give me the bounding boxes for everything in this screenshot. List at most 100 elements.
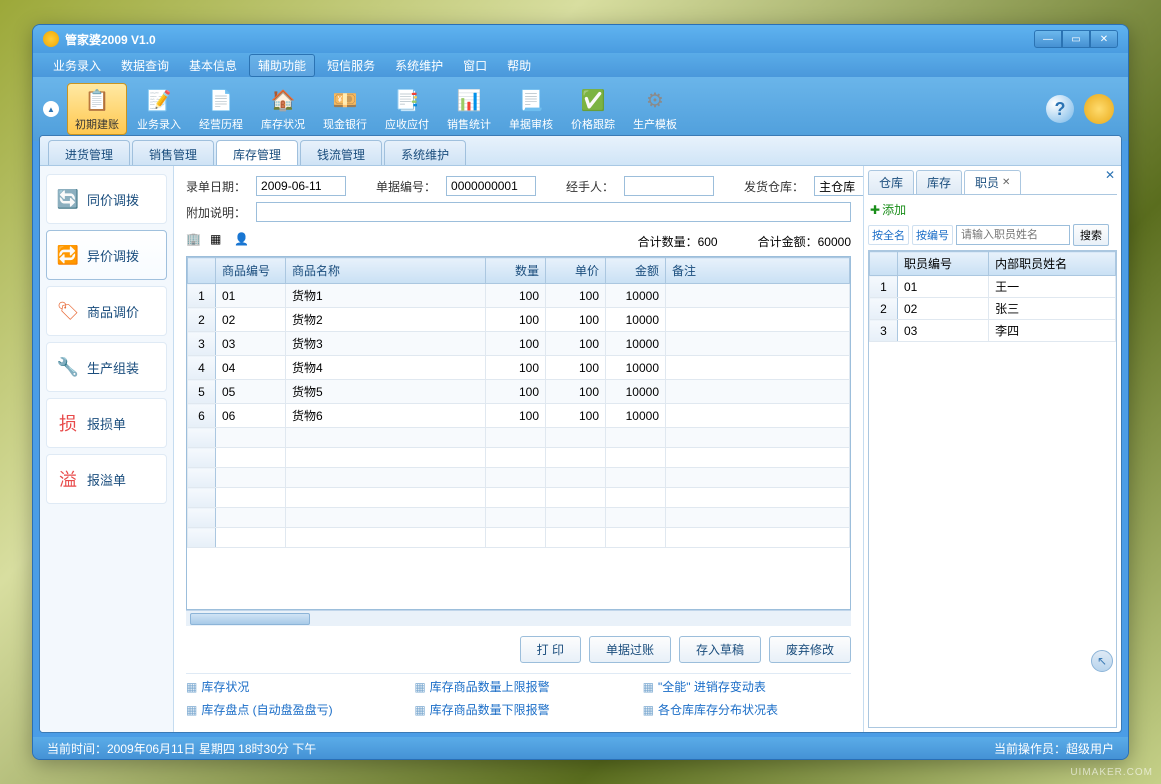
rp-tab-职员[interactable]: 职员 ✕ [964, 170, 1021, 194]
grid-header[interactable]: 商品编号 [216, 258, 286, 284]
product-icon[interactable] [1084, 94, 1114, 124]
horizontal-scrollbar[interactable] [186, 610, 851, 626]
rp-table-row[interactable]: 101王一 [870, 276, 1116, 298]
tab-进货管理[interactable]: 进货管理 [48, 140, 130, 165]
sidebar-item-生产组装[interactable]: 🔧生产组装 [46, 342, 167, 392]
sidebar-item-异价调拨[interactable]: 🔁异价调拨 [46, 230, 167, 280]
maximize-button[interactable]: ▭ [1062, 30, 1090, 48]
link-item[interactable]: 库存盘点 (自动盘盈盘亏) [186, 701, 394, 718]
add-button[interactable]: ✚ 添加 [870, 201, 906, 218]
sidebar-item-报损单[interactable]: 损报损单 [46, 398, 167, 448]
tab-钱流管理[interactable]: 钱流管理 [300, 140, 382, 165]
search-button[interactable]: 搜索 [1073, 224, 1109, 246]
rp-header[interactable]: 内部职员姓名 [989, 252, 1116, 276]
toolbar-销售统计[interactable]: 📊销售统计 [439, 83, 499, 135]
action-打印[interactable]: 打 印 [520, 636, 581, 663]
toolbar-单据审核[interactable]: 📃单据审核 [501, 83, 561, 135]
table-row[interactable]: 202货物210010010000 [188, 308, 850, 332]
building-icon[interactable]: 🏢 [186, 232, 204, 250]
close-button[interactable]: ✕ [1090, 30, 1118, 48]
scrollbar-thumb[interactable] [190, 613, 310, 625]
note-input[interactable] [256, 202, 851, 222]
toolbar-现金银行[interactable]: 💴现金银行 [315, 83, 375, 135]
tab-系统维护[interactable]: 系统维护 [384, 140, 466, 165]
link-item[interactable]: 库存商品数量上限报警 [414, 678, 622, 695]
grid-header[interactable]: 单价 [546, 258, 606, 284]
toolbar-经营历程[interactable]: 📄经营历程 [191, 83, 251, 135]
collapse-toolbar-button[interactable]: ▲ [43, 101, 59, 117]
rp-header[interactable] [870, 252, 898, 276]
action-废弃修改[interactable]: 废弃修改 [769, 636, 851, 663]
table-row-empty[interactable] [188, 528, 850, 548]
table-row-empty[interactable] [188, 448, 850, 468]
toolbar-应收应付[interactable]: 📑应收应付 [377, 83, 437, 135]
grid-icon[interactable]: ▦ [210, 232, 228, 250]
tab-销售管理[interactable]: 销售管理 [132, 140, 214, 165]
menu-item-7[interactable]: 帮助 [499, 55, 539, 76]
help-icon[interactable]: ? [1046, 95, 1074, 123]
watermark: UIMAKER.COM [1070, 767, 1153, 778]
table-row-empty[interactable] [188, 428, 850, 448]
link-item[interactable]: 库存状况 [186, 678, 394, 695]
form-area: 录单日期： 单据编号： 经手人： 发货仓库： 附加说明： 🏢 ▦ 👤 [174, 166, 863, 732]
sidebar-item-商品调价[interactable]: 🏷商品调价 [46, 286, 167, 336]
table-row[interactable]: 505货物510010010000 [188, 380, 850, 404]
menu-item-3[interactable]: 辅助功能 [249, 54, 315, 77]
rp-header[interactable]: 职员编号 [898, 252, 989, 276]
link-item[interactable]: 各仓库库存分布状况表 [643, 701, 851, 718]
status-user: 当前操作员：超级用户 [994, 740, 1114, 757]
grid-header[interactable]: 数量 [486, 258, 546, 284]
menu-item-1[interactable]: 数据查询 [113, 55, 177, 76]
minimize-button[interactable]: — [1034, 30, 1062, 48]
link-item[interactable]: "全能" 进销存变动表 [643, 678, 851, 695]
table-row-empty[interactable] [188, 468, 850, 488]
action-单据过账[interactable]: 单据过账 [589, 636, 671, 663]
menu-item-0[interactable]: 业务录入 [45, 55, 109, 76]
menu-item-6[interactable]: 窗口 [455, 55, 495, 76]
table-row[interactable]: 303货物310010010000 [188, 332, 850, 356]
action-存入草稿[interactable]: 存入草稿 [679, 636, 761, 663]
rp-tab-库存[interactable]: 库存 [916, 170, 962, 194]
menu-item-4[interactable]: 短信服务 [319, 55, 383, 76]
billno-input[interactable] [446, 176, 536, 196]
mini-toolbar: 🏢 ▦ 👤 合计数量：600 合计金额：60000 [186, 232, 851, 250]
rp-tab-仓库[interactable]: 仓库 [868, 170, 914, 194]
filter-fullname[interactable]: 按全名 [868, 225, 909, 245]
table-row[interactable]: 101货物110010010000 [188, 284, 850, 308]
arrow-badge-icon[interactable]: ↖ [1091, 650, 1113, 672]
toolbar-价格跟踪[interactable]: ✅价格跟踪 [563, 83, 623, 135]
rp-table-row[interactable]: 202张三 [870, 298, 1116, 320]
date-input[interactable] [256, 176, 346, 196]
table-row[interactable]: 404货物410010010000 [188, 356, 850, 380]
tab-库存管理[interactable]: 库存管理 [216, 140, 298, 165]
grid-header[interactable]: 金额 [606, 258, 666, 284]
table-row-empty[interactable] [188, 508, 850, 528]
toolbar-初期建账[interactable]: 📋初期建账 [67, 83, 127, 135]
filter-code[interactable]: 按编号 [912, 225, 953, 245]
table-row[interactable]: 606货物610010010000 [188, 404, 850, 428]
warehouse-input[interactable] [814, 176, 863, 196]
employee-search-input[interactable] [956, 225, 1070, 245]
toolbar-业务录入[interactable]: 📝业务录入 [129, 83, 189, 135]
main-grid[interactable]: 商品编号商品名称数量单价金额备注101货物110010010000202货物21… [186, 256, 851, 610]
grid-header[interactable] [188, 258, 216, 284]
toolbar-库存状况[interactable]: 🏠库存状况 [253, 83, 313, 135]
grid-header[interactable]: 商品名称 [286, 258, 486, 284]
employee-grid[interactable]: 职员编号内部职员姓名101王一202张三303李四 ↖ [868, 250, 1117, 728]
menu-item-5[interactable]: 系统维护 [387, 55, 451, 76]
link-item[interactable]: 库存商品数量下限报警 [414, 701, 622, 718]
grid-header[interactable]: 备注 [666, 258, 850, 284]
panel-close-icon[interactable]: ✕ [1105, 168, 1115, 182]
rp-table-row[interactable]: 303李四 [870, 320, 1116, 342]
menu-item-2[interactable]: 基本信息 [181, 55, 245, 76]
tool-icon: ✅ [579, 86, 607, 114]
status-time: 当前时间：2009年06月11日 星期四 18时30分 下午 [47, 740, 316, 757]
handler-input[interactable] [624, 176, 714, 196]
person-icon[interactable]: 👤 [234, 232, 252, 250]
table-row-empty[interactable] [188, 488, 850, 508]
sidebar-item-同价调拨[interactable]: 🔄同价调拨 [46, 174, 167, 224]
toolbar-生产模板[interactable]: ⚙生产模板 [625, 83, 685, 135]
titlebar[interactable]: 管家婆2009 V1.0 — ▭ ✕ [33, 25, 1128, 53]
sidebar-item-报溢单[interactable]: 溢报溢单 [46, 454, 167, 504]
tab-close-icon[interactable]: ✕ [1002, 177, 1010, 188]
